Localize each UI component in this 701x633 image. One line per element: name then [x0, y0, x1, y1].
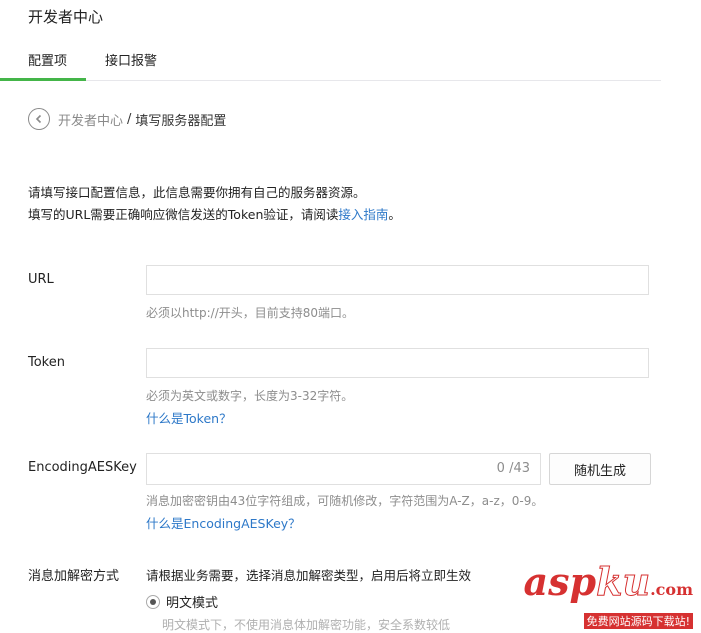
intro-line-2-suffix: 。: [388, 207, 401, 222]
aes-key-help-link[interactable]: 什么是EncodingAESKey？: [146, 513, 301, 532]
aes-key-input[interactable]: 0 /43: [146, 453, 541, 485]
back-arrow-icon[interactable]: [28, 108, 50, 130]
tab-bar: 配置项 接口报警: [0, 44, 661, 81]
random-generate-button[interactable]: 随机生成: [549, 453, 651, 485]
intro-line-2-text: 填写的URL需要正确响应微信发送的Token验证，请阅读: [28, 207, 339, 222]
token-input[interactable]: [146, 348, 649, 378]
breadcrumb: 开发者中心 / 填写服务器配置: [28, 108, 226, 130]
watermark-text-c: .com: [650, 580, 693, 599]
access-guide-link[interactable]: 接入指南: [338, 207, 388, 222]
watermark-text-a: asp: [523, 559, 597, 604]
tab-config[interactable]: 配置项: [28, 50, 67, 69]
encryption-mode-desc: 请根据业务需要，选择消息加解密类型，启用后将立即生效: [146, 568, 472, 583]
breadcrumb-current: 填写服务器配置: [135, 113, 227, 129]
page-title: 开发者中心: [28, 8, 104, 26]
token-help-link[interactable]: 什么是Token？: [146, 408, 232, 427]
active-tab-indicator: [0, 78, 86, 81]
url-label: URL: [28, 272, 54, 287]
breadcrumb-separator: /: [127, 111, 132, 127]
watermark-text-b: ku: [596, 559, 651, 604]
encryption-mode-label: 消息加解密方式: [28, 569, 120, 584]
aes-key-label: EncodingAESKey: [28, 460, 137, 475]
plaintext-mode-label: 明文模式: [166, 596, 219, 611]
tab-alerts[interactable]: 接口报警: [105, 50, 157, 69]
intro-text: 请填写接口配置信息，此信息需要你拥有自己的服务器资源。 填写的URL需要正确响应…: [28, 182, 401, 226]
intro-line-1: 请填写接口配置信息，此信息需要你拥有自己的服务器资源。: [28, 185, 366, 200]
token-hint: 必须为英文或数字，长度为3-32字符。: [146, 389, 354, 403]
watermark-subtitle: 免费网站源码下载站!: [583, 613, 693, 629]
aes-key-counter: 0 /43: [496, 461, 530, 476]
watermark-logo: aspku.com 免费网站源码下载站!: [523, 559, 693, 629]
url-input[interactable]: [146, 265, 649, 295]
breadcrumb-parent-link[interactable]: 开发者中心: [58, 110, 123, 129]
token-label: Token: [28, 355, 65, 370]
url-hint: 必须以http://开头，目前支持80端口。: [146, 306, 355, 320]
plaintext-mode-radio[interactable]: 明文模式: [146, 592, 218, 611]
aes-key-hint: 消息加密密钥由43位字符组成，可随机修改，字符范围为A-Z，a-z，0-9。: [146, 494, 544, 508]
radio-selected-icon[interactable]: [146, 594, 160, 609]
intro-line-2: 填写的URL需要正确响应微信发送的Token验证，请阅读接入指南。: [28, 204, 401, 226]
